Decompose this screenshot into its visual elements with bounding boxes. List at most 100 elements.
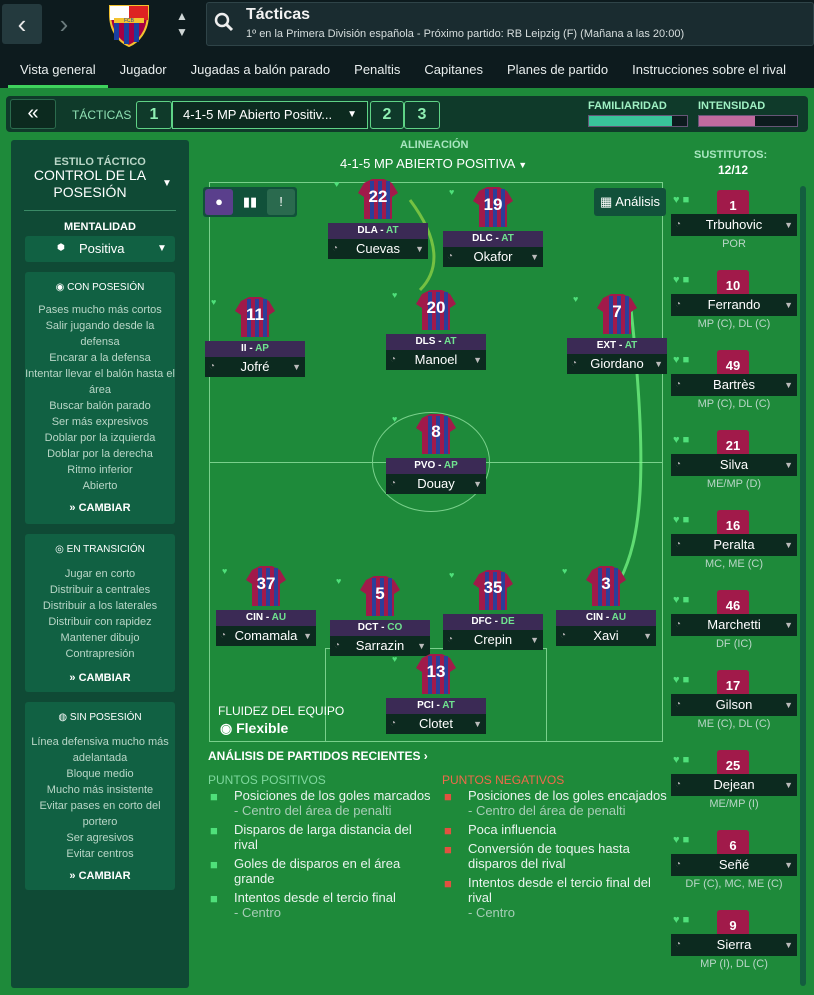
tab-jugadas-balon-parado[interactable]: Jugadas a balón parado (179, 52, 343, 88)
substitute-select[interactable]: ◔ Gilson ▼ (671, 694, 797, 716)
collapse-panel-button[interactable]: « (10, 99, 56, 129)
club-switch-chevrons[interactable]: ▲ ▼ (174, 8, 190, 42)
substitute-player[interactable]: ♥ ■ 16 ◔ Peralta ▼ MC, ME (C) (671, 510, 797, 570)
formation-select[interactable]: 4-1-5 MP ABIERTO POSITIVA ▼ (340, 156, 527, 171)
player-name: Clotet (419, 716, 453, 731)
player-select[interactable]: ◔ Giordano ▼ (567, 354, 667, 374)
position-badge[interactable]: PCI - AT (386, 698, 486, 714)
substitute-select[interactable]: ◔ Trbuhovic ▼ (671, 214, 797, 236)
pitch-player[interactable]: 3 ♥ CIN - AU ◔ Xavi ▼ (556, 564, 656, 646)
position-badge[interactable]: DLA - AT (328, 223, 428, 239)
position-badge[interactable]: EXT - AT (567, 338, 667, 354)
pitch-player[interactable]: 20 ♥ DLS - AT ◔ Manoel ▼ (386, 288, 486, 370)
tab-vista-general[interactable]: Vista general (8, 52, 108, 88)
substitute-player[interactable]: ♥ ■ 49 ◔ Bartrès ▼ MP (C), DL (C) (671, 350, 797, 410)
tactic-select[interactable]: 4-1-5 MP Abierto Positiv... ▼ (172, 101, 368, 129)
sin-posesion-title-text: SIN POSESIÓN (69, 712, 142, 723)
sin-posesion-change-button[interactable]: » CAMBIAR (25, 868, 175, 884)
tactic-slot-2[interactable]: 2 (370, 101, 404, 129)
tab-planes-partido[interactable]: Planes de partido (495, 52, 620, 88)
pitch-player[interactable]: 8 ♥ PVO - AP ◔ Douay ▼ (386, 412, 486, 494)
player-select[interactable]: ◔ Clotet ▼ (386, 714, 486, 734)
warning-icon[interactable]: ! (267, 189, 295, 215)
substitute-player[interactable]: ♥ ■ 6 ◔ Señé ▼ DF (C), MC, ME (C) (671, 830, 797, 890)
substitute-positions: POR (722, 238, 746, 250)
chevron-down-icon[interactable]: ▼ (162, 178, 172, 189)
tab-instrucciones-rival[interactable]: Instrucciones sobre el rival (620, 52, 798, 88)
player-select[interactable]: ◔ Jofré ▼ (205, 357, 305, 377)
pitch-player[interactable]: 13 ♥ PCI - AT ◔ Clotet ▼ (386, 652, 486, 734)
substitute-player[interactable]: ♥ ■ 17 ◔ Gilson ▼ ME (C), DL (C) (671, 670, 797, 730)
player-select[interactable]: ◔ Xavi ▼ (556, 626, 656, 646)
pitch-player[interactable]: 11 ♥ II - AP ◔ Jofré ▼ (205, 295, 305, 377)
position-badge[interactable]: PVO - AP (386, 458, 486, 474)
player-select[interactable]: ◔ Okafor ▼ (443, 247, 543, 267)
substitute-select[interactable]: ◔ Silva ▼ (671, 454, 797, 476)
negativos-label: PUNTOS NEGATIVOS (442, 773, 565, 787)
sustitutos-count: 12/12 (718, 163, 749, 177)
substitute-player[interactable]: ♥ ■ 9 ◔ Sierra ▼ MP (I), DL (C) (671, 910, 797, 970)
instruction-item: Evitar centros (66, 848, 134, 860)
substitute-player[interactable]: ♥ ■ 46 ◔ Marchetti ▼ DF (IC) (671, 590, 797, 650)
substitute-select[interactable]: ◔ Señé ▼ (671, 854, 797, 876)
search-icon[interactable] (214, 12, 234, 32)
change-label: CAMBIAR (78, 672, 131, 684)
tactic-slot-1[interactable]: 1 (136, 101, 172, 129)
substitute-select[interactable]: ◔ Peralta ▼ (671, 534, 797, 556)
pitch-player[interactable]: 35 ♥ DFC - DE ◔ Crepin ▼ (443, 568, 543, 650)
bar-chart-icon[interactable]: ▮▮ (236, 189, 264, 215)
player-select[interactable]: ◔ Douay ▼ (386, 474, 486, 494)
position-badge[interactable]: DLC - AT (443, 231, 543, 247)
club-crest-icon[interactable]: FCB (106, 2, 152, 48)
substitute-name: Silva (719, 457, 749, 472)
pitch-player[interactable]: 37 ♥ CIN - AU ◔ Comamala ▼ (216, 564, 316, 646)
tab-penaltis[interactable]: Penaltis (342, 52, 412, 88)
instruction-item: Pases mucho más cortos (38, 304, 162, 316)
substitute-select[interactable]: ◔ Dejean ▼ (671, 774, 797, 796)
estilo-value[interactable]: CONTROL DE LA POSESIÓN (30, 167, 150, 201)
player-select[interactable]: ◔ Crepin ▼ (443, 630, 543, 650)
forward-button[interactable]: › (44, 4, 84, 44)
scrollbar[interactable] (800, 186, 806, 986)
substitute-select[interactable]: ◔ Marchetti ▼ (671, 614, 797, 636)
substitute-player[interactable]: ♥ ■ 1 ◔ Trbuhovic ▼ POR (671, 190, 797, 250)
chevron-down-icon: ▼ (518, 160, 528, 170)
position-code: CIN (245, 612, 264, 623)
mentalidad-select[interactable]: ⬢ Positiva ▼ (25, 236, 175, 262)
pitch-player[interactable]: 7 ♥ EXT - AT ◔ Giordano ▼ (567, 292, 667, 374)
player-select[interactable]: ◔ Cuevas ▼ (328, 239, 428, 259)
analisis-button[interactable]: ▦ Análisis (594, 188, 666, 216)
con-posesion-title: ◉ CON POSESIÓN (25, 280, 175, 296)
con-posesion-change-button[interactable]: » CAMBIAR (25, 500, 175, 516)
position-badge[interactable]: DCT - CO (330, 620, 430, 636)
fluidez-value[interactable]: ◉ Flexible (220, 720, 288, 737)
player-name: Sarrazin (355, 638, 405, 653)
chevron-down-icon: ▼ (473, 719, 482, 729)
en-transicion-change-button[interactable]: » CAMBIAR (25, 670, 175, 686)
gear-icon: ⬢ (57, 242, 65, 252)
substitute-player[interactable]: ♥ ■ 21 ◔ Silva ▼ ME/MP (D) (671, 430, 797, 490)
player-view-icon[interactable]: ● (205, 189, 233, 215)
back-button[interactable]: ‹ (2, 4, 42, 44)
tab-capitanes[interactable]: Capitanes (412, 52, 495, 88)
instruction-item: Ser más expresivos (51, 416, 149, 428)
pitch-player[interactable]: 22 ♥ DLA - AT ◔ Cuevas ▼ (328, 177, 428, 259)
substitute-player[interactable]: ♥ ■ 25 ◔ Dejean ▼ ME/MP (I) (671, 750, 797, 810)
substitute-select[interactable]: ◔ Sierra ▼ (671, 934, 797, 956)
position-badge[interactable]: DLS - AT (386, 334, 486, 350)
position-badge[interactable]: II - AP (205, 341, 305, 357)
tab-jugador[interactable]: Jugador (108, 52, 179, 88)
pitch-player[interactable]: 19 ♥ DLC - AT ◔ Okafor ▼ (443, 185, 543, 267)
analysis-title-link[interactable]: ANÁLISIS DE PARTIDOS RECIENTES › (208, 749, 428, 763)
pitch-player[interactable]: 5 ♥ DCT - CO ◔ Sarrazin ▼ (330, 574, 430, 656)
position-badge[interactable]: DFC - DE (443, 614, 543, 630)
player-select[interactable]: ◔ Manoel ▼ (386, 350, 486, 370)
substitute-select[interactable]: ◔ Bartrès ▼ (671, 374, 797, 396)
position-badge[interactable]: CIN - AU (556, 610, 656, 626)
substitute-player[interactable]: ♥ ■ 10 ◔ Ferrando ▼ MP (C), DL (C) (671, 270, 797, 330)
substitute-select[interactable]: ◔ Ferrando ▼ (671, 294, 797, 316)
position-badge[interactable]: CIN - AU (216, 610, 316, 626)
tactic-slot-3[interactable]: 3 (404, 101, 440, 129)
player-select[interactable]: ◔ Comamala ▼ (216, 626, 316, 646)
player-name: Manoel (414, 352, 458, 367)
